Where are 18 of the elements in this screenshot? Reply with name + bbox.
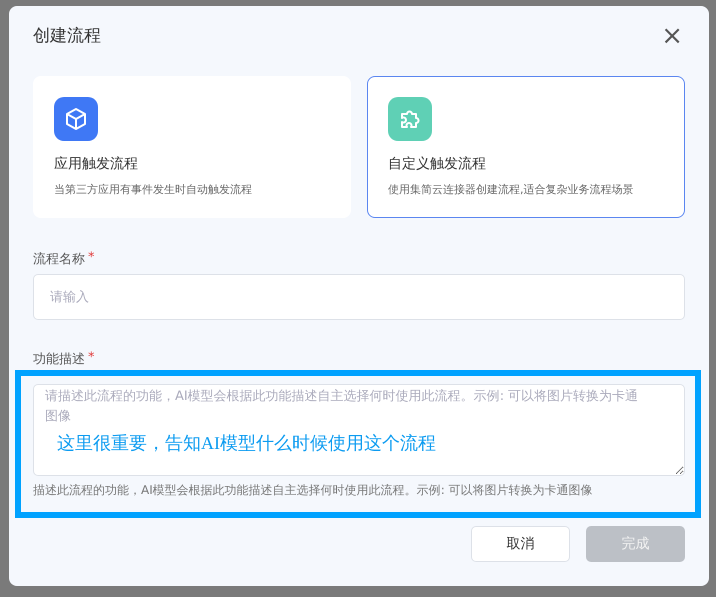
option-description: 使用集简云连接器创建流程,适合复杂业务流程场景 — [388, 182, 634, 198]
option-title: 自定义触发流程 — [388, 155, 487, 174]
dialog-title: 创建流程 — [33, 25, 101, 47]
help-text: 描述此流程的功能，AI模型会根据此功能描述自主选择何时使用此流程。示例: 可以将图片转换为卡通图像 — [33, 482, 594, 499]
trigger-option-card[interactable]: 应用触发流程 当第三方应用有事件发生时自动触发流程 — [33, 76, 351, 218]
option-title: 应用触发流程 — [54, 155, 139, 174]
field-label: 功能描述 — [33, 351, 85, 369]
trigger-option-card[interactable]: 自定义触发流程 使用集简云连接器创建流程,适合复杂业务流程场景 — [367, 76, 685, 218]
field-label: 流程名称 — [33, 251, 85, 269]
cube-icon — [54, 97, 98, 141]
required-mark: * — [88, 250, 94, 265]
option-description: 当第三方应用有事件发生时自动触发流程 — [54, 182, 253, 198]
close-button[interactable]: × — [659, 23, 685, 49]
annotation-text: 这里很重要，告知AI模型什么时候使用这个流程 — [57, 432, 436, 455]
puzzle-icon — [388, 97, 432, 141]
cancel-button[interactable]: 取消 — [471, 526, 570, 562]
required-mark: * — [88, 350, 94, 365]
name-input[interactable]: 请输入 — [33, 274, 685, 320]
